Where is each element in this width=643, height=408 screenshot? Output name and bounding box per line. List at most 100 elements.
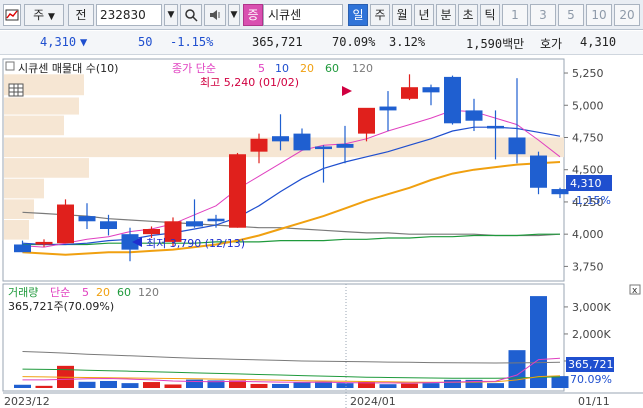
volume-bar: [508, 350, 526, 388]
stock-code-input[interactable]: 232830: [96, 4, 162, 26]
stock-chart[interactable]: 5,2505,0004,7504,5004,2504,0003,750 3,00…: [0, 56, 643, 408]
volume-profile-band: [4, 219, 29, 240]
volume-bar: [444, 379, 461, 388]
current-volume-text: 365,721: [568, 358, 614, 371]
candle-body: [250, 138, 268, 152]
vol-ma120-legend: 120: [138, 286, 159, 299]
price-tick-label: 4,750: [572, 131, 604, 144]
high-annotation: 최고 5,240 (01/02): [200, 76, 299, 89]
period-tab-0[interactable]: 일: [348, 4, 368, 26]
current-pct-text: -1.15%: [572, 194, 611, 207]
interval-tab-5[interactable]: 5: [558, 4, 584, 26]
vol-ma20-legend: 20: [96, 286, 110, 299]
candle-body: [14, 244, 31, 253]
price-change-pct: -1.15%: [170, 35, 214, 49]
panel-toggle-icon[interactable]: [5, 61, 15, 71]
candle-body: [57, 204, 74, 244]
x-label-current: 01/11: [578, 395, 610, 408]
period-tab-3[interactable]: 년: [414, 4, 434, 26]
volume-profile-band: [4, 115, 64, 136]
interval-tab-20[interactable]: 20: [614, 4, 640, 26]
candle-body: [379, 106, 397, 111]
interval-tab-10[interactable]: 10: [586, 4, 612, 26]
volume-tick-label: 3,000K: [572, 301, 611, 314]
candle-body: [186, 221, 203, 227]
volume-ma-label: 단순: [50, 286, 70, 299]
volume-bar: [35, 385, 53, 388]
price-change: 50: [138, 35, 153, 49]
candle-body: [465, 110, 483, 121]
grid-toggle-icon[interactable]: [8, 83, 24, 97]
volume-bar: [121, 383, 139, 388]
volume-bar: [336, 383, 354, 388]
candle-body: [143, 229, 160, 235]
volume-bar: [487, 383, 504, 388]
price-tick-label: 5,000: [572, 99, 604, 112]
turnover-rate: 3.12%: [389, 35, 426, 49]
volume-bar: [250, 383, 268, 388]
period-tab-5[interactable]: 초: [458, 4, 478, 26]
market-select[interactable]: 주 ▼: [24, 4, 64, 26]
current-price-tag-text: 4,310: [570, 177, 602, 190]
stock-name-field[interactable]: 시큐센: [263, 4, 343, 26]
candle-body: [401, 87, 418, 99]
current-volume-pct: 70.09%: [570, 373, 612, 386]
ma120-legend: 120: [352, 62, 373, 75]
window-icon[interactable]: [3, 4, 21, 26]
volume-bar: [551, 376, 569, 388]
volume-bar: [293, 382, 311, 388]
code-dropdown-button[interactable]: ▼: [164, 4, 178, 26]
price-tick-label: 3,750: [572, 260, 604, 273]
vol-ma5-legend: 5: [82, 286, 89, 299]
candle-body: [229, 154, 246, 228]
candle-body: [78, 216, 96, 222]
candle-body: [358, 107, 375, 134]
candle-body: [444, 76, 461, 124]
period-tab-6[interactable]: 틱: [480, 4, 500, 26]
interval-tab-3[interactable]: 3: [530, 4, 556, 26]
x-label-dec: 2023/12: [4, 395, 50, 408]
candle-body: [487, 125, 504, 129]
vol-ma60-legend: 60: [117, 286, 131, 299]
volume-bar: [78, 381, 96, 388]
speaker-icon[interactable]: [204, 4, 226, 26]
price-panel-title: 시큐센 매물대 수(10): [18, 62, 118, 75]
candle-body: [207, 218, 225, 222]
candle-body: [100, 221, 117, 230]
volume-bar: [14, 384, 31, 388]
candle-body: [272, 136, 289, 142]
volume-profile-band: [4, 199, 34, 219]
period-tab-1[interactable]: 주: [370, 4, 390, 26]
ma-label: 종가 단순: [172, 62, 216, 75]
candle-body: [530, 155, 547, 188]
down-arrow-icon: ▼: [80, 35, 88, 49]
period-tab-4[interactable]: 분: [436, 4, 456, 26]
stock-badge: 증: [243, 4, 263, 26]
search-icon[interactable]: [180, 4, 202, 26]
interval-tab-1[interactable]: 1: [502, 4, 528, 26]
volume-profile-band: [4, 158, 89, 178]
candle-body: [35, 241, 53, 245]
ma5-legend: 5: [258, 62, 265, 75]
candle-body: [336, 143, 354, 148]
volume-bar: [379, 384, 397, 388]
volume-value: 365,721: [252, 35, 303, 49]
close-panel-glyph: x: [632, 286, 638, 296]
speaker-dropdown-button[interactable]: ▼: [228, 4, 240, 26]
quote-label: 호가: [540, 37, 563, 51]
code-type-label[interactable]: 전: [68, 4, 94, 26]
volume-bar: [272, 383, 289, 388]
ma10-legend: 10: [275, 62, 289, 75]
low-annotation: 최저 3,790 (12/13): [146, 237, 245, 250]
candle-body: [293, 133, 311, 151]
price-tick-label: 4,500: [572, 164, 604, 177]
volume-ratio: 70.09%: [332, 35, 376, 49]
volume-tick-label: 2,000K: [572, 328, 611, 341]
volume-summary: 365,721주(70.09%): [8, 300, 114, 313]
ma60-legend: 60: [325, 62, 339, 75]
volume-bar: [422, 383, 440, 388]
period-tab-2[interactable]: 월: [392, 4, 412, 26]
volume-bar: [143, 382, 160, 388]
price-tick-label: 4,000: [572, 228, 604, 241]
chart-toolbar: 주 ▼ 전 232830 ▼ ▼ 증 시큐센 일주월년분초틱 1 3 5 10 20: [0, 0, 643, 30]
